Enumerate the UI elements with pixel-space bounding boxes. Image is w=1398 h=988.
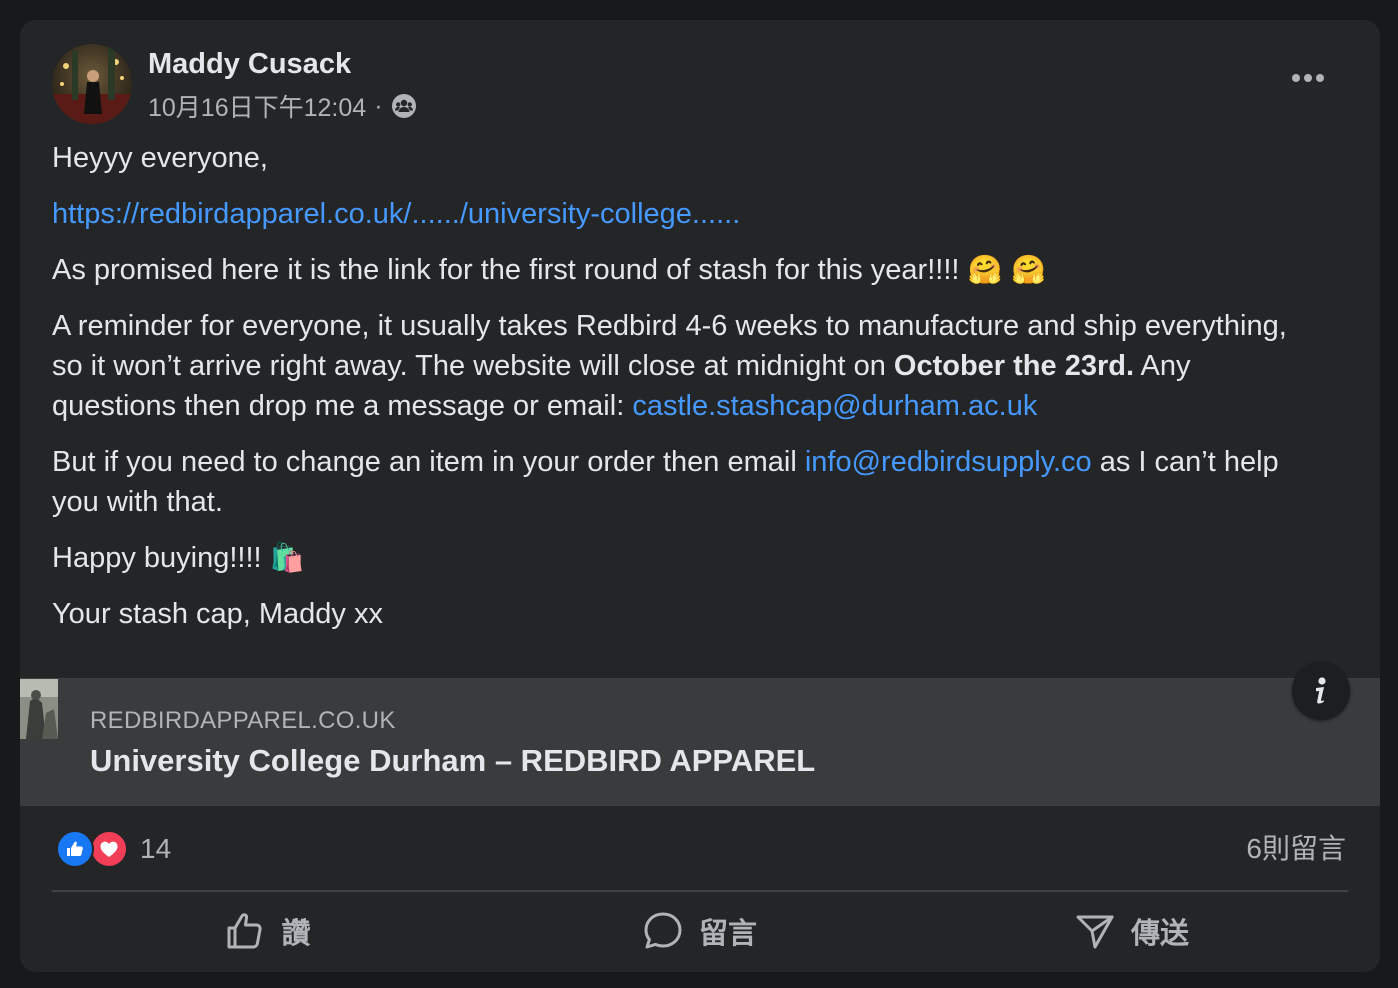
stashcap-email-link[interactable]: castle.stashcap@durham.ac.uk: [632, 390, 1037, 422]
post-card: Maddy Cusack 10月16日下午12:04 · Heyyy every…: [20, 20, 1380, 972]
action-divider: [52, 890, 1348, 892]
happy-paragraph: Happy buying!!!! 🛍️: [52, 538, 1312, 578]
meta-separator: ·: [374, 91, 383, 120]
info-icon[interactable]: [1292, 662, 1350, 720]
thumbs-up-icon: [227, 913, 263, 949]
like-button[interactable]: 讚: [52, 900, 484, 962]
reaction-count: 14: [140, 833, 172, 864]
author-name[interactable]: Maddy Cusack: [148, 48, 351, 81]
like-reaction-icon: [56, 830, 94, 868]
signoff-text: Your stash cap, Maddy xx: [52, 598, 383, 630]
hugging-face-emoji: 🤗 🤗: [967, 253, 1047, 286]
group-icon[interactable]: [391, 93, 417, 119]
post-body: Heyyy everyone, https://redbirdapparel.c…: [52, 138, 1312, 650]
comment-count[interactable]: 6則留言: [1246, 830, 1346, 868]
send-icon: [1076, 915, 1114, 949]
change-text: But if you need to change an item in you…: [52, 446, 805, 478]
post-meta: 10月16日下午12:04 ·: [148, 90, 417, 122]
preview-thumbnail: [20, 679, 58, 739]
deadline-text: October the 23rd.: [893, 350, 1135, 382]
redbird-email-link[interactable]: info@redbirdsupply.co: [805, 446, 1092, 478]
send-button[interactable]: 傳送: [916, 900, 1348, 962]
love-reaction-icon: [90, 830, 128, 868]
author-avatar[interactable]: [52, 44, 132, 124]
promise-paragraph: As promised here it is the link for the …: [52, 250, 1312, 290]
promise-text: As promised here it is the link for the …: [52, 254, 960, 286]
greeting-text: Heyyy everyone,: [52, 142, 268, 174]
reminder-paragraph: A reminder for everyone, it usually take…: [52, 306, 1312, 426]
change-paragraph: But if you need to change an item in you…: [52, 442, 1312, 522]
post-timestamp[interactable]: 10月16日下午12:04: [148, 88, 366, 124]
happy-text: Happy buying!!!!: [52, 542, 262, 574]
preview-title: University College Durham – REDBIRD APPA…: [90, 743, 816, 778]
comment-button[interactable]: 留言: [484, 900, 916, 962]
comment-bubble-icon: [644, 912, 682, 949]
comment-label: 留言: [698, 918, 757, 950]
shopping-bag-emoji: 🛍️: [269, 541, 305, 574]
like-label: 讚: [281, 918, 311, 950]
send-label: 傳送: [1130, 918, 1189, 950]
more-options-icon[interactable]: [1280, 60, 1336, 96]
link-preview[interactable]: REDBIRDAPPAREL.CO.UK University College …: [20, 678, 1380, 806]
reactions-summary[interactable]: 14: [56, 830, 171, 868]
preview-domain: REDBIRDAPPAREL.CO.UK: [90, 707, 396, 734]
post-url-link[interactable]: https://redbirdapparel.co.uk/....../univ…: [52, 198, 740, 230]
action-bar: 讚 留言 傳送: [52, 900, 1348, 962]
